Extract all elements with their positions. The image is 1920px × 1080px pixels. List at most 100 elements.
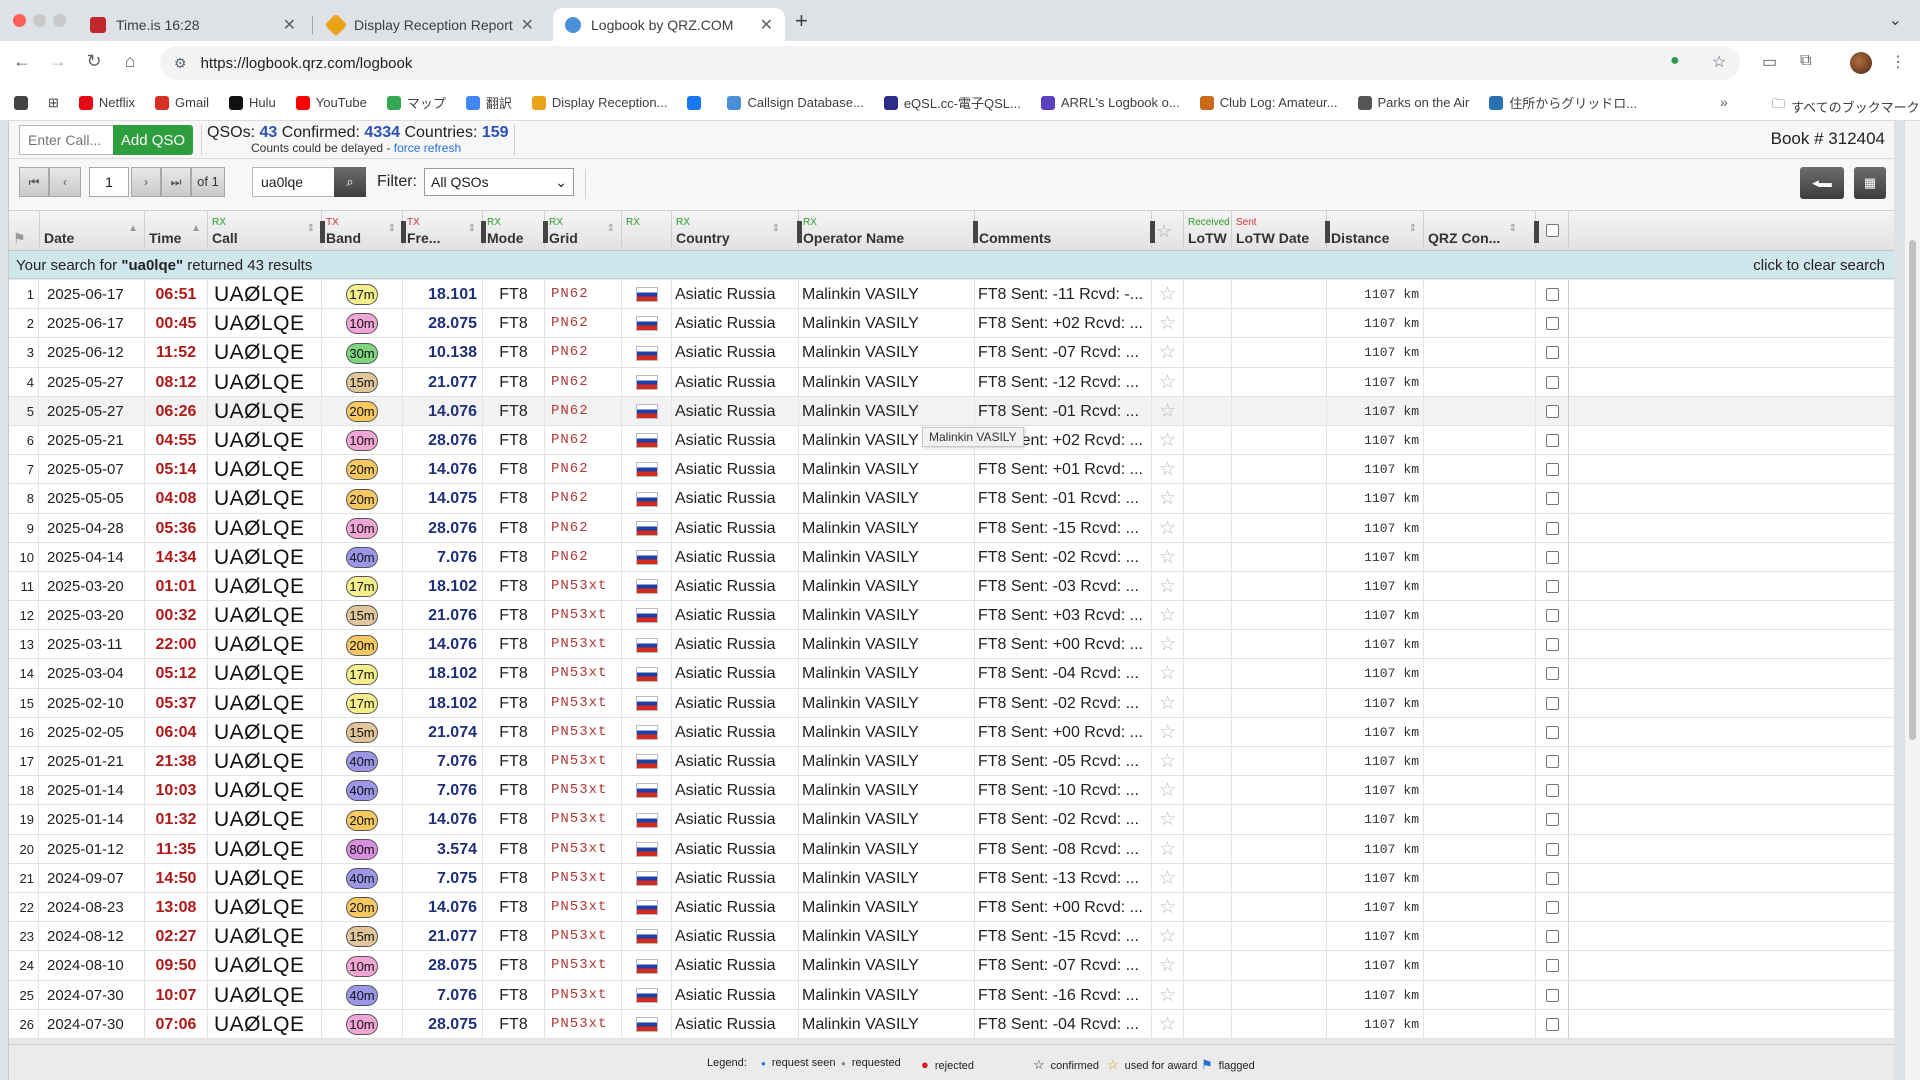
table-row[interactable]: 24 2024-08-10 09:50 UAØLQE 10m 28.075 FT8 PN53x… <box>9 951 1894 981</box>
row-select-checkbox[interactable] <box>1546 492 1559 506</box>
row-select-checkbox[interactable] <box>1546 550 1559 564</box>
force-refresh-link[interactable]: force refresh <box>394 141 461 155</box>
close-tab-icon[interactable]: ✕ <box>760 15 773 35</box>
award-star-icon[interactable]: ☆ <box>1152 863 1184 893</box>
filter-select[interactable]: All QSOs ⌄ <box>424 168 574 196</box>
bookmark-item[interactable]: Hulu <box>228 93 276 112</box>
profile-avatar[interactable] <box>1850 52 1872 74</box>
row-select-checkbox[interactable] <box>1546 900 1559 914</box>
bookmark-item[interactable]: マップ <box>386 93 446 112</box>
table-row[interactable]: 21 2024-09-07 14:50 UAØLQE 40m 7.075 FT8 PN53xt… <box>9 863 1894 893</box>
award-star-icon[interactable]: ☆ <box>1152 571 1184 601</box>
sidebar-toggle-icon[interactable] <box>14 95 34 110</box>
bookmark-star-icon[interactable]: ☆ <box>1712 52 1726 72</box>
call-column-header[interactable]: RX Call ⇕ <box>208 211 325 251</box>
tab-display-reception-reports[interactable]: Display Reception Reports ✕ <box>316 8 546 41</box>
table-row[interactable]: 17 2025-01-21 21:38 UAØLQE 40m 7.076 FT8 PN53xt… <box>9 747 1894 777</box>
award-star-icon[interactable]: ☆ <box>1152 601 1184 631</box>
operator-name-column-header[interactable]: RX Operator Name <box>799 211 978 251</box>
row-select-checkbox[interactable] <box>1546 755 1559 768</box>
table-row[interactable]: 16 2025-02-05 06:04 UAØLQE 15m 21.074 FT8 PN53x… <box>9 717 1894 747</box>
row-select-checkbox[interactable] <box>1546 696 1559 710</box>
bookmark-item[interactable]: eQSL.cc-電子QSL... <box>883 93 1021 112</box>
row-select-checkbox[interactable] <box>1546 404 1559 418</box>
prev-page-button[interactable]: ‹ <box>49 167 81 197</box>
close-window-button[interactable] <box>13 14 26 27</box>
award-star-icon[interactable]: ☆ <box>1152 542 1184 572</box>
award-star-icon[interactable]: ☆ <box>1152 338 1184 368</box>
callsign-link[interactable]: UAØLQE <box>208 951 322 981</box>
callsign-link[interactable]: UAØLQE <box>208 747 322 776</box>
award-star-icon[interactable]: ☆ <box>1152 1009 1184 1039</box>
table-row[interactable]: 3 2025-06-12 11:52 UAØLQE 30m 10.138 FT8 PN62 As… <box>9 338 1894 368</box>
forward-arrow-icon[interactable]: → <box>46 51 70 72</box>
table-row[interactable]: 1 2025-06-17 06:51 UAØLQE 17m 18.101 FT8 PN62 As… <box>9 280 1894 310</box>
minimize-window-button[interactable] <box>33 14 46 27</box>
bookmark-item[interactable]: ARRL's Logbook o... <box>1040 93 1180 112</box>
row-select-checkbox[interactable] <box>1546 871 1559 885</box>
back-arrow-icon[interactable]: ← <box>10 51 34 72</box>
date-column-header[interactable]: Date ▲ <box>40 211 145 251</box>
calculator-button[interactable]: ▦ <box>1854 167 1886 199</box>
site-info-icon[interactable]: ⚙ <box>174 55 187 72</box>
table-row[interactable]: 22 2024-08-23 13:08 UAØLQE 20m 14.076 FT8 PN53x… <box>9 892 1894 923</box>
callsign-link[interactable]: UAØLQE <box>208 455 322 485</box>
award-star-icon[interactable]: ☆ <box>1152 425 1184 455</box>
bookmark-item[interactable]: 翻訳 <box>465 93 512 112</box>
zoom-window-button[interactable] <box>53 14 66 27</box>
more-bookmarks-chevron-icon[interactable]: » <box>1720 94 1728 110</box>
country-column-header[interactable]: RX Country ⇕ <box>672 211 802 251</box>
award-star-icon[interactable]: ☆ <box>1152 980 1184 1010</box>
bookmark-item[interactable]: Display Reception... <box>531 93 667 112</box>
callsign-link[interactable]: UAØLQE <box>208 805 322 835</box>
bookmark-item[interactable]: 住所からグリッドロ... <box>1489 93 1637 112</box>
award-star-icon[interactable]: ☆ <box>1152 367 1184 397</box>
row-select-checkbox[interactable] <box>1546 521 1559 535</box>
tab-logbook-qrz[interactable]: Logbook by QRZ.COM ✕ <box>553 8 785 41</box>
last-page-button[interactable]: ⏭ <box>161 167 191 197</box>
bookmark-item[interactable]: YouTube <box>295 93 367 112</box>
callsign-link[interactable]: UAØLQE <box>208 980 322 1010</box>
new-tab-button[interactable]: + <box>795 8 808 34</box>
tab-search-chevron-icon[interactable]: ⌄ <box>1889 10 1902 30</box>
award-star-icon[interactable]: ☆ <box>1152 747 1184 776</box>
table-row[interactable]: 9 2025-04-28 05:36 UAØLQE 10m 28.076 FT8 PN62 As… <box>9 513 1894 543</box>
bookmark-item[interactable]: Club Log: Amateur... <box>1199 93 1338 112</box>
dxcc-flag-column-header[interactable]: RX <box>622 211 672 251</box>
bookmark-item[interactable]: Parks on the Air <box>1357 93 1469 112</box>
row-select-checkbox[interactable] <box>1546 725 1559 739</box>
table-row[interactable]: 11 2025-03-20 01:01 UAØLQE 17m 18.102 FT8 PN53x… <box>9 571 1894 602</box>
callsign-link[interactable]: UAØLQE <box>208 717 322 747</box>
table-row[interactable]: 12 2025-03-20 00:32 UAØLQE 15m 21.076 FT8 PN53x… <box>9 601 1894 631</box>
table-row[interactable]: 10 2025-04-14 14:34 UAØLQE 40m 7.076 FT8 PN62 As… <box>9 542 1894 572</box>
flag-column-header[interactable]: ⚑ <box>9 211 40 251</box>
callsign-link[interactable]: UAØLQE <box>208 542 322 572</box>
row-select-checkbox[interactable] <box>1546 317 1559 331</box>
callsign-link[interactable]: UAØLQE <box>208 338 322 368</box>
qrz-confirmed-column-header[interactable]: QRZ Con... ⇕ <box>1424 211 1539 251</box>
frequency-column-header[interactable]: TX Fre... ⇕ <box>403 211 486 251</box>
award-star-icon[interactable]: ☆ <box>1152 513 1184 543</box>
mode-column-header[interactable]: RX Mode <box>483 211 548 251</box>
row-select-checkbox[interactable] <box>1546 609 1559 623</box>
row-select-checkbox[interactable] <box>1546 638 1559 652</box>
table-row[interactable]: 5 2025-05-27 06:26 UAØLQE 20m 14.076 FT8 PN62 As… <box>9 396 1894 426</box>
callsign-link[interactable]: UAØLQE <box>208 484 322 514</box>
enter-call-input[interactable] <box>19 125 119 155</box>
callsign-link[interactable]: UAØLQE <box>208 425 322 455</box>
all-bookmarks-folder[interactable]: 🗀 すべてのブックマーク <box>1772 95 1920 117</box>
add-qso-button[interactable]: Add QSO <box>113 125 193 155</box>
clear-search-link[interactable]: click to clear search <box>1753 257 1885 274</box>
comments-column-header[interactable]: Comments <box>975 211 1155 251</box>
award-star-icon[interactable]: ☆ <box>1152 776 1184 806</box>
row-select-checkbox[interactable] <box>1546 930 1559 944</box>
row-select-checkbox[interactable] <box>1546 579 1559 593</box>
award-star-icon[interactable]: ☆ <box>1152 951 1184 981</box>
callsign-link[interactable]: UAØLQE <box>208 688 322 718</box>
row-select-checkbox[interactable] <box>1546 288 1559 301</box>
table-row[interactable]: 7 2025-05-07 05:14 UAØLQE 20m 14.076 FT8 PN62 As… <box>9 455 1894 485</box>
reload-icon[interactable]: ↻ <box>82 51 106 72</box>
table-row[interactable]: 23 2024-08-12 02:27 UAØLQE 15m 21.077 FT8 PN53x… <box>9 922 1894 952</box>
bookmark-item[interactable] <box>687 93 707 112</box>
callsign-link[interactable]: UAØLQE <box>208 396 322 426</box>
